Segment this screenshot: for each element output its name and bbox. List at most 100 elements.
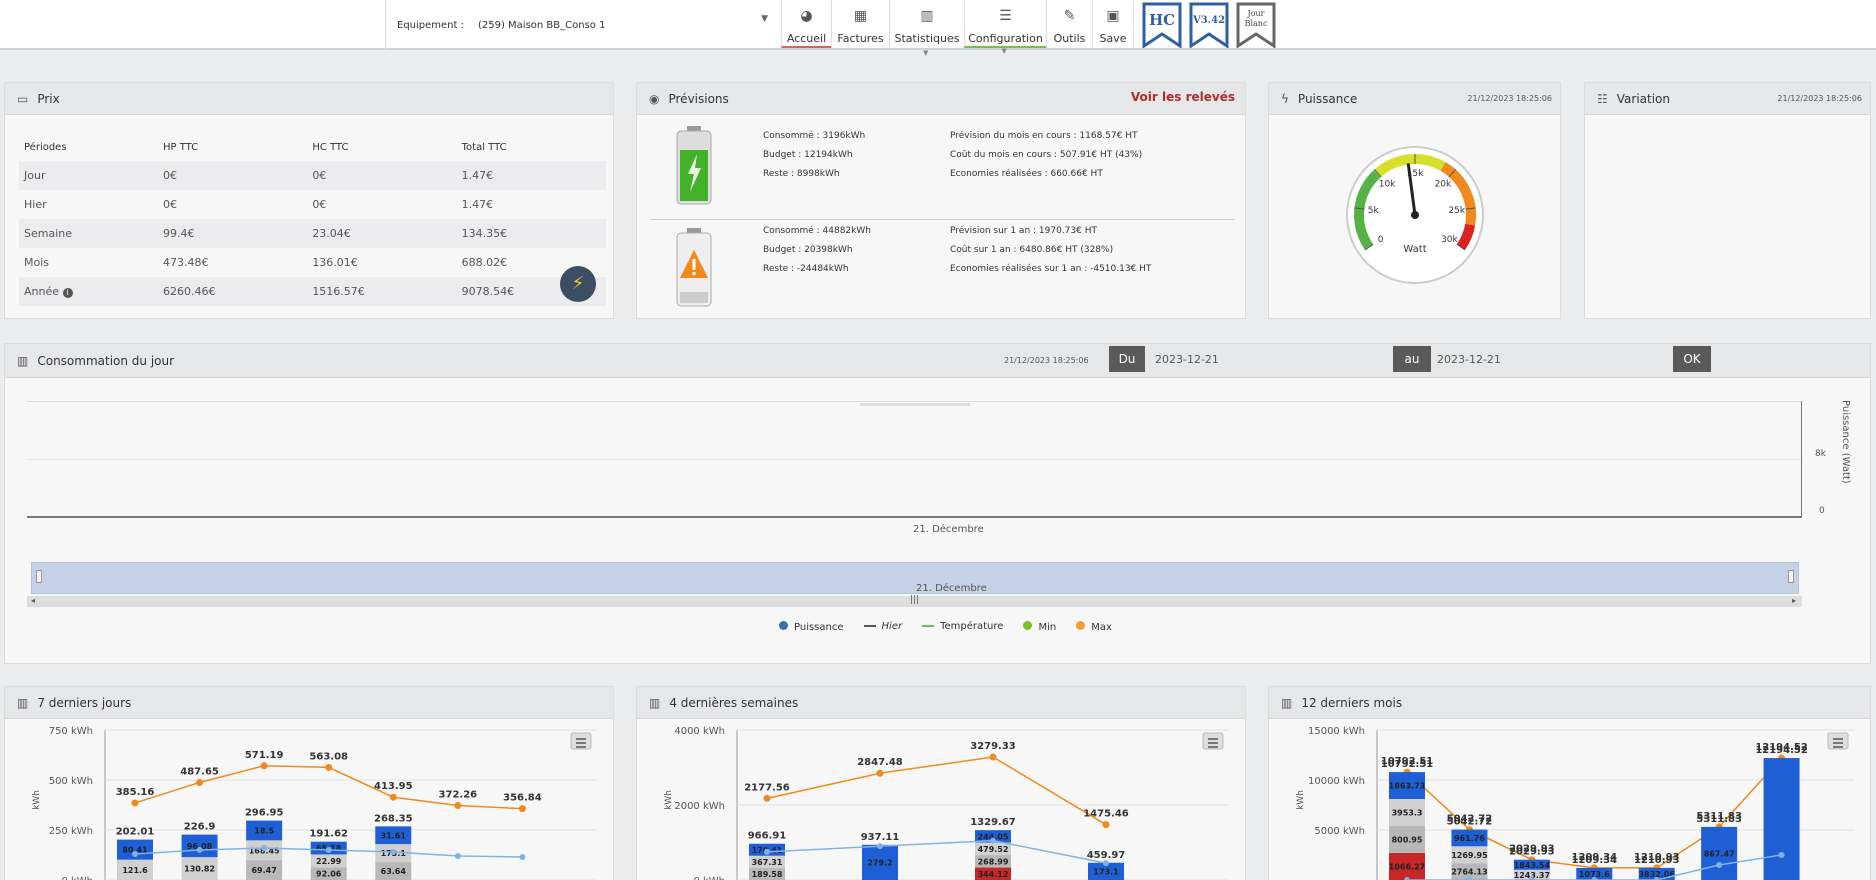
navigator-handle-right[interactable] xyxy=(1788,570,1794,583)
y-axis-title: kWh xyxy=(664,790,674,810)
max-series-point[interactable] xyxy=(325,763,333,771)
battery-warning-icon xyxy=(676,228,712,307)
temperature-series-point[interactable] xyxy=(132,851,138,857)
puissance-panel: ϟ Puissance 21/12/2023 18:25:06 0 5k 10k 15… xyxy=(1268,82,1561,319)
max-series-point[interactable] xyxy=(389,793,397,801)
timestamp: 21/12/2023 18:25:06 xyxy=(1777,94,1862,103)
temperature-series-point[interactable] xyxy=(519,854,526,860)
segment-label: 18.5 xyxy=(254,827,274,836)
conso-jour-panel: ▥ Consommation du jour 21/12/2023 18:25:… xyxy=(4,343,1871,664)
cout-value: Coût du mois en cours : 507.91€ HT (43%) xyxy=(950,150,1143,160)
nav-factures[interactable]: ▦ Factures xyxy=(831,0,889,48)
bar-chart-icon: ▥ xyxy=(17,353,29,368)
temperature-series-point[interactable] xyxy=(990,837,996,844)
max-series-point[interactable] xyxy=(454,802,462,810)
bar-total-label: 5042.72 xyxy=(1447,817,1493,828)
previsions-title: Prévisions xyxy=(668,91,729,106)
legend-item-temperature[interactable]: Température xyxy=(922,621,1003,633)
navigator-range[interactable] xyxy=(31,562,1799,594)
table-cell: Année i xyxy=(19,277,158,306)
max-series-point[interactable] xyxy=(518,805,526,813)
prevision-month-row: Consommé : 3196kWh Budget : 12194kWh Res… xyxy=(637,116,1245,216)
segment-label: 69.47 xyxy=(251,866,276,875)
ok-button[interactable]: OK xyxy=(1673,346,1711,372)
legend-item-hier[interactable]: Hier xyxy=(863,621,902,633)
bar-total-label: 10792.51 xyxy=(1381,759,1434,770)
temperature-series-point[interactable] xyxy=(390,849,397,855)
max-series-point[interactable] xyxy=(1102,821,1110,829)
variation-title: Variation xyxy=(1616,91,1671,106)
nav-outils[interactable]: ✎ Outils xyxy=(1046,0,1092,48)
table-cell: 99.4€ xyxy=(157,219,308,248)
panel-4-dernieres-semaines: ▥ 4 dernières semaines 4000 kWh 2000 kWh 0… xyxy=(636,686,1246,880)
legend-item-puissance[interactable]: Puissance xyxy=(779,621,844,633)
max-series-point[interactable] xyxy=(763,794,771,802)
bar-total-label: 202.01 xyxy=(116,827,155,838)
scroll-right-icon[interactable]: ▸ xyxy=(1792,596,1796,605)
max-series-point[interactable] xyxy=(196,778,204,786)
menu-icon[interactable] xyxy=(1827,732,1849,750)
chart-title: 7 derniers jours xyxy=(37,695,132,710)
temperature-series-point[interactable] xyxy=(1716,862,1723,868)
nav-save[interactable]: ▣ Save xyxy=(1092,0,1134,48)
du-date-input[interactable]: 2023-12-21 xyxy=(1155,353,1219,366)
panel-12-derniers-mois: ▥ 12 derniers mois 15000 kWh 10000 kWh 500… xyxy=(1268,686,1871,880)
navigator-handle-left[interactable] xyxy=(36,570,42,583)
hc-ribbon-badge: HC xyxy=(1142,2,1182,48)
temperature-series-point[interactable] xyxy=(1103,860,1109,867)
voir-les-releves-link[interactable]: Voir les relevés xyxy=(1131,90,1235,104)
y-tick-label: 0 kWh xyxy=(693,876,725,880)
y-tick-label: 15000 kWh xyxy=(1308,726,1365,737)
info-icon[interactable]: i xyxy=(62,288,73,298)
legend-label: Puissance xyxy=(794,622,844,633)
bar-total-label: 1210.93 xyxy=(1634,855,1680,866)
temperature-series-point[interactable] xyxy=(325,847,332,853)
temperature-series-point[interactable] xyxy=(454,853,461,859)
max-series-point[interactable] xyxy=(989,753,997,761)
segment-label: 867.47 xyxy=(1704,849,1735,858)
prevision-month-col2: Prévision du mois en cours : 1168.57€ HT… xyxy=(950,127,1142,184)
legend-item-max[interactable]: Max xyxy=(1076,621,1112,633)
bar-total-label: 268.35 xyxy=(374,813,413,824)
max-data-label: 356.84 xyxy=(503,793,542,804)
annee-label: Année xyxy=(24,285,60,298)
table-cell: Jour xyxy=(19,161,158,190)
table-cell: 0€ xyxy=(157,161,308,190)
nav-statistiques[interactable]: ▥ Statistiques ▼ xyxy=(889,0,964,57)
bar-total-label: 5311.83 xyxy=(1696,814,1742,825)
menu-icon[interactable] xyxy=(570,732,592,750)
legend-item-min[interactable]: Min xyxy=(1023,621,1056,633)
puissance-header: ϟ Puissance 21/12/2023 18:25:06 xyxy=(1269,83,1560,115)
bar-total-label: 2029.93 xyxy=(1509,847,1555,858)
bar-chart-icon: ▥ xyxy=(17,695,29,710)
temperature-series-point[interactable] xyxy=(1778,852,1785,858)
max-series-point[interactable] xyxy=(876,769,884,777)
segment-label: 1269.95 xyxy=(1451,851,1488,860)
table-cell: Hier xyxy=(24,198,47,211)
au-date-input[interactable]: 2023-12-21 xyxy=(1437,353,1501,366)
max-series-point[interactable] xyxy=(131,799,139,807)
equipement-selector[interactable]: Equipement : (259) Maison BB_Conso 1 ▼ xyxy=(385,0,780,50)
temperature-series-point[interactable] xyxy=(764,848,770,855)
lightning-icon[interactable]: ⚡ xyxy=(560,266,596,302)
table-row: Année i 6260.46€ 1516.57€ 9078.54€ xyxy=(19,277,606,306)
nav-accueil[interactable]: ◕ Accueil xyxy=(781,0,831,48)
bar-segment[interactable] xyxy=(1763,758,1800,880)
chart-title: 12 derniers mois xyxy=(1301,695,1403,710)
menu-icon[interactable] xyxy=(1202,732,1224,750)
nav-configuration[interactable]: ☰ Configuration ▼ xyxy=(964,0,1046,55)
max-series-point[interactable] xyxy=(260,762,268,770)
y-tick-label: 250 kWh xyxy=(49,826,93,837)
temperature-series-point[interactable] xyxy=(196,847,203,853)
budget-value: Budget : 12194kWh xyxy=(763,150,853,160)
scroll-left-icon[interactable]: ◂ xyxy=(31,596,35,605)
legend-marker xyxy=(779,621,788,630)
scroll-grip-icon[interactable]: ||| xyxy=(910,595,919,605)
chart-header: ▥ 4 dernières semaines xyxy=(637,687,1245,719)
table-cell: 1.47€ xyxy=(461,198,494,211)
nav-label: Factures xyxy=(837,32,884,45)
temperature-series-point[interactable] xyxy=(261,845,268,851)
legend-marker xyxy=(1023,621,1033,630)
table-cell: 23.04€ xyxy=(307,219,457,248)
temperature-series-point[interactable] xyxy=(877,843,883,850)
